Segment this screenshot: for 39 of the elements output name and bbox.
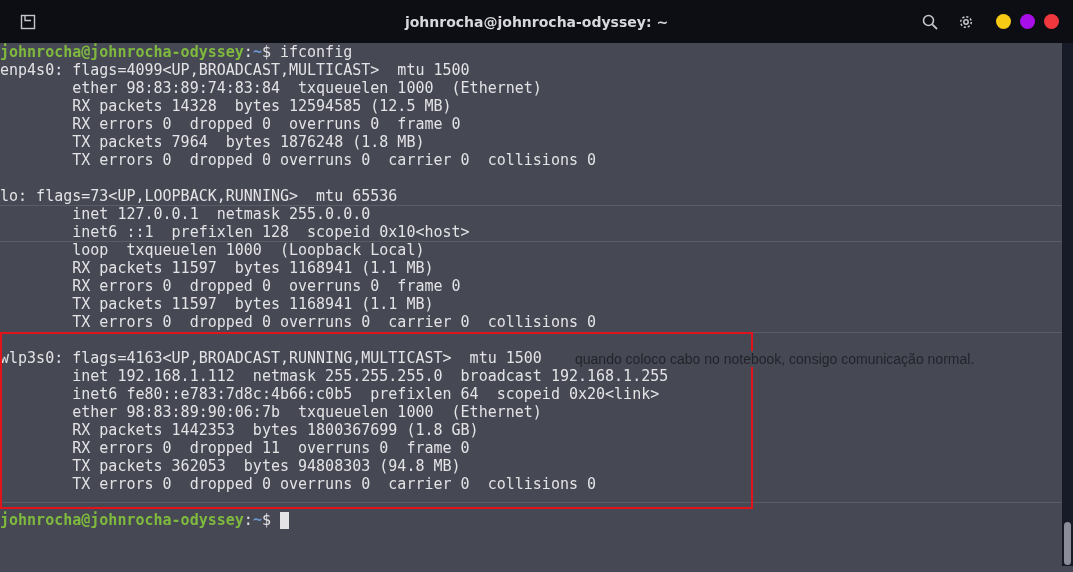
settings-button[interactable] <box>958 13 974 30</box>
prompt-separator: : <box>243 43 253 61</box>
output-line: inet 192.168.1.112 netmask 255.255.255.0 broadcast 192.168.1.255 <box>71 367 669 385</box>
output-line: TX errors 0 dropped 0 overruns 0 carrier 0 collisions 0 <box>71 151 597 169</box>
output-line: RX errors 0 dropped 11 overruns 0 frame 0 <box>71 439 470 457</box>
window-icon[interactable] <box>20 13 36 30</box>
command-text: ifconfig <box>278 43 353 61</box>
output-line: TX packets 11597 bytes 1168941 (1.1 MB) <box>71 295 434 313</box>
output-line: lo: flags=73<UP,LOOPBACK,RUNNING> mtu 65536 <box>0 187 398 205</box>
scrollbar[interactable] <box>1062 43 1073 566</box>
close-button[interactable] <box>1044 14 1059 29</box>
prompt-separator: : <box>243 511 253 529</box>
output-line: RX packets 11597 bytes 1168941 (1.1 MB) <box>71 259 434 277</box>
output-line: inet6 ::1 prefixlen 128 scopeid 0x10<host> <box>71 223 470 241</box>
output-line: RX errors 0 dropped 0 overruns 0 frame 0 <box>71 115 461 133</box>
output-line: TX errors 0 dropped 0 overruns 0 carrier 0 collisions 0 <box>71 475 597 493</box>
output-line: inet6 fe80::e783:7d8c:4b66:c0b5 prefixlen 64 scopeid 0x20<link> <box>71 385 660 403</box>
output-line: TX errors 0 dropped 0 overruns 0 carrier 0 collisions 0 <box>71 313 597 331</box>
output-line: ether 98:83:89:74:83:84 txqueuelen 1000 (Ethernet) <box>71 79 542 97</box>
prompt-user: johnrocha@johnrocha-odyssey <box>0 43 244 61</box>
output-line: loop txqueuelen 1000 (Loopback Local) <box>71 241 425 259</box>
prompt-user: johnrocha@johnrocha-odyssey <box>0 511 244 529</box>
maximize-button[interactable] <box>1020 14 1035 29</box>
output-line: enp4s0: flags=4099<UP,BROADCAST,MULTICAST> mtu 1500 <box>0 61 470 79</box>
minimize-button[interactable] <box>996 14 1011 29</box>
output-line: inet 127.0.0.1 netmask 255.0.0.0 <box>71 205 371 223</box>
output-line: RX packets 14328 bytes 12594585 (12.5 MB) <box>71 97 452 115</box>
prompt-symbol: $ <box>261 511 271 529</box>
output-line: TX packets 7964 bytes 1876248 (1.8 MB) <box>71 133 425 151</box>
window-title: johnrocha@johnrocha-odyssey: ~ <box>404 13 669 30</box>
prompt-path: ~ <box>252 43 262 61</box>
search-button[interactable] <box>922 13 938 30</box>
output-line: RX packets 1442353 bytes 1800367699 (1.8 GB) <box>71 421 479 439</box>
output-line: wlp3s0: flags=4163<UP,BROADCAST,RUNNING,MULTICAST> mtu 1500 <box>0 349 542 367</box>
prompt-path: ~ <box>252 511 262 529</box>
output-line: RX errors 0 dropped 0 overruns 0 frame 0 <box>71 277 461 295</box>
prompt-symbol: $ <box>261 43 271 61</box>
output-line: TX packets 362053 bytes 94808303 (94.8 MB) <box>71 457 461 475</box>
output-line: ether 98:83:89:90:06:7b txqueuelen 1000 (Ethernet) <box>71 403 542 421</box>
